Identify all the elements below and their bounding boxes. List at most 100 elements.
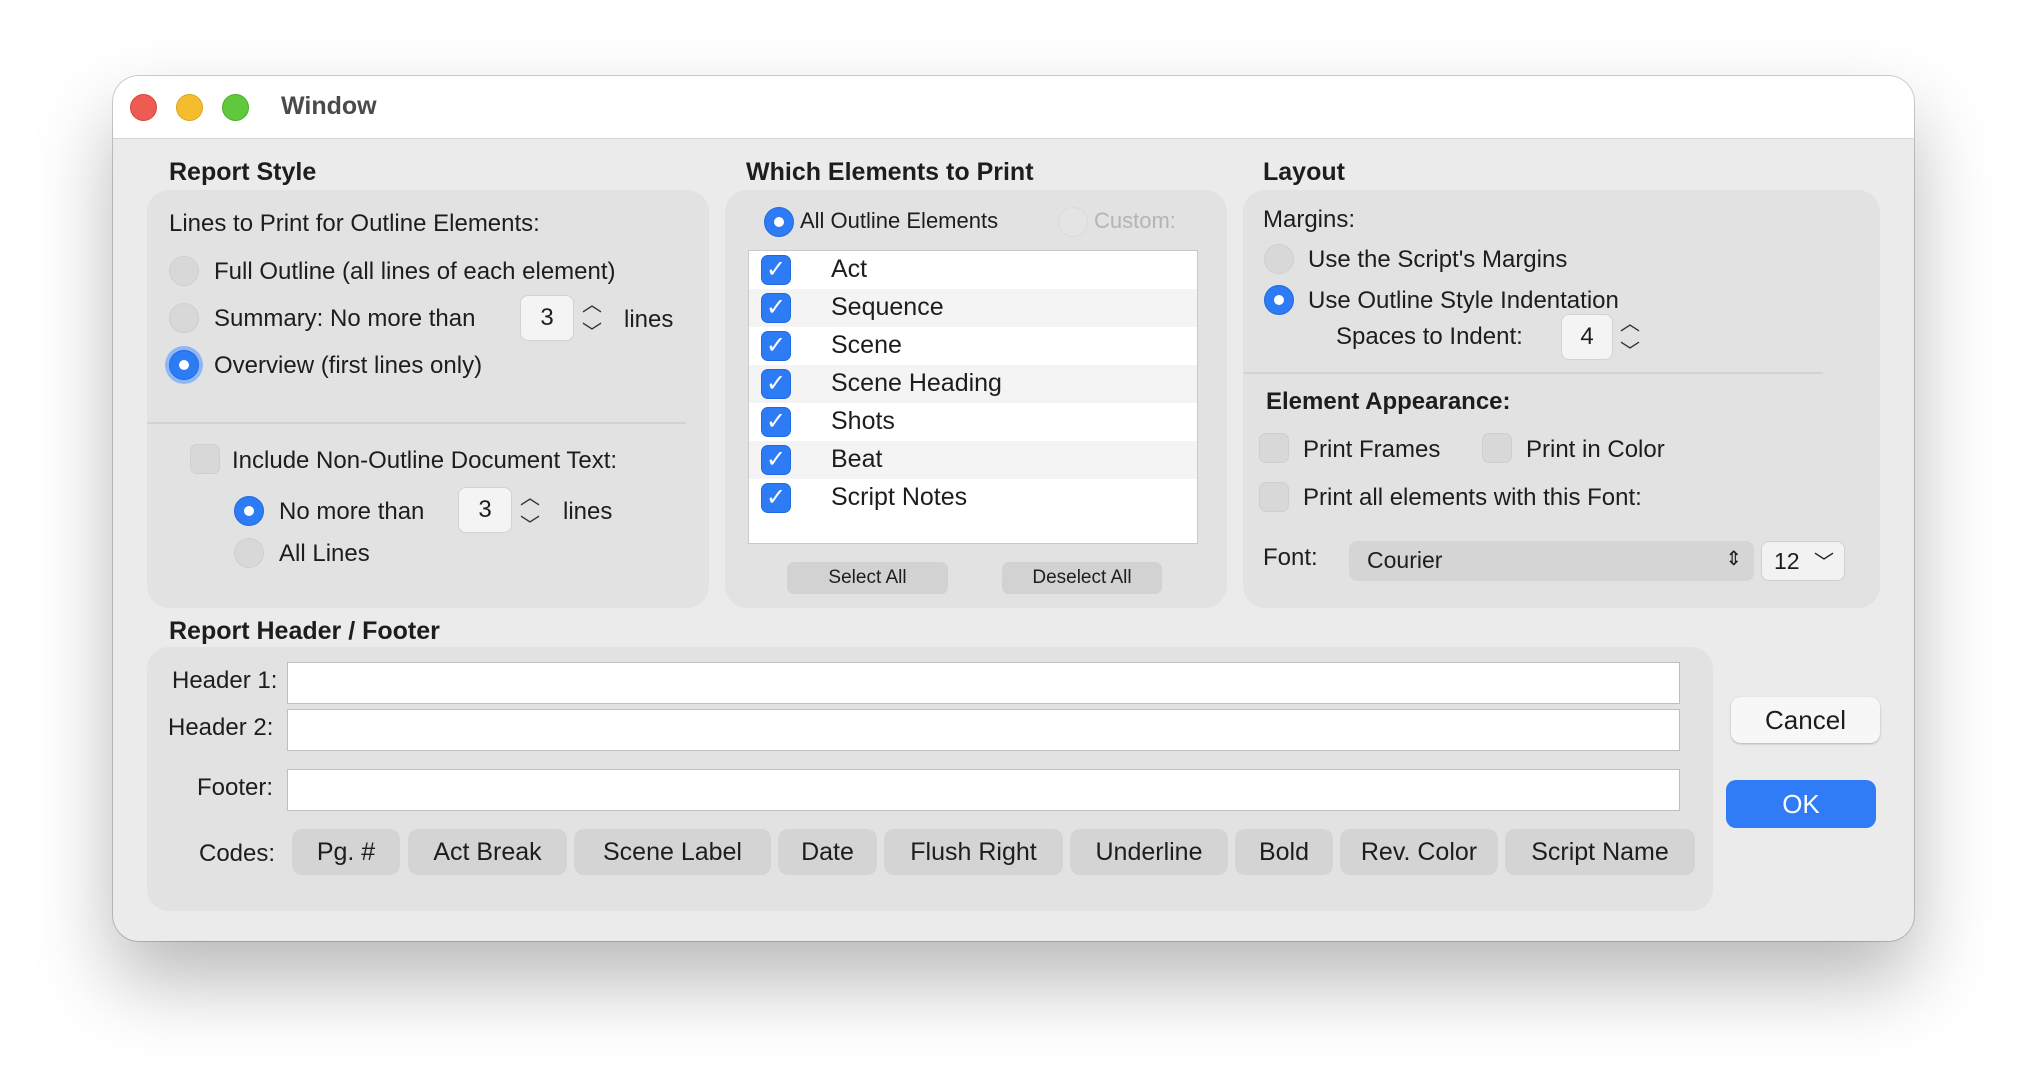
overview-label: Overview (first lines only) xyxy=(214,352,483,379)
chevron-up-icon[interactable]: ︿ xyxy=(1613,310,1647,338)
element-label: Sequence xyxy=(831,293,944,321)
layout-divider xyxy=(1243,372,1823,374)
ok-button[interactable]: OK xyxy=(1726,780,1876,828)
element-row-script-notes[interactable]: ✓ Script Notes xyxy=(749,479,1197,517)
code-flush-right-button[interactable]: Flush Right xyxy=(884,829,1063,875)
summary-lines-stepper[interactable]: ︿ ﹀ xyxy=(575,291,609,347)
header1-field[interactable] xyxy=(287,662,1680,704)
header-footer-heading: Report Header / Footer xyxy=(169,617,440,645)
elements-list: ✓ Act ✓ Sequence ✓ Scene ✓ Scene Heading… xyxy=(748,250,1198,544)
header2-field[interactable] xyxy=(287,709,1680,751)
code-act-break-button[interactable]: Act Break xyxy=(408,829,567,875)
font-size-value[interactable]: 12 xyxy=(1774,548,1800,575)
window-title: Window xyxy=(281,92,377,120)
element-row-shots[interactable]: ✓ Shots xyxy=(749,403,1197,441)
print-frames-checkbox[interactable] xyxy=(1259,433,1289,463)
element-row-beat[interactable]: ✓ Beat xyxy=(749,441,1197,479)
font-size-combo[interactable]: 12 ﹀ xyxy=(1761,541,1845,581)
chevron-up-icon[interactable]: ︿ xyxy=(575,291,609,319)
summary-lines-suffix: lines xyxy=(624,306,674,333)
use-outline-indent-label: Use Outline Style Indentation xyxy=(1308,287,1619,314)
sequence-checkbox[interactable]: ✓ xyxy=(761,293,791,323)
full-outline-radio[interactable] xyxy=(169,256,199,286)
codes-label: Codes: xyxy=(199,840,276,867)
code-scene-label-button[interactable]: Scene Label xyxy=(574,829,771,875)
element-label: Shots xyxy=(831,407,895,435)
element-label: Act xyxy=(831,255,868,283)
scene-heading-checkbox[interactable]: ✓ xyxy=(761,369,791,399)
chevron-down-icon[interactable]: ﹀ xyxy=(575,319,609,347)
print-all-font-checkbox[interactable] xyxy=(1259,482,1289,512)
font-popup[interactable]: Courier ⇕ xyxy=(1349,541,1754,581)
include-non-outline-checkbox[interactable] xyxy=(190,444,220,474)
print-in-color-label: Print in Color xyxy=(1526,436,1665,463)
custom-radio[interactable] xyxy=(1058,207,1088,237)
code-rev-color-button[interactable]: Rev. Color xyxy=(1340,829,1498,875)
deselect-all-button[interactable]: Deselect All xyxy=(1002,562,1162,594)
code-bold-button[interactable]: Bold xyxy=(1235,829,1333,875)
code-date-button[interactable]: Date xyxy=(778,829,877,875)
use-script-margins-radio[interactable] xyxy=(1264,244,1294,274)
chevron-down-icon[interactable]: ﹀ xyxy=(513,512,547,540)
no-more-than-radio[interactable] xyxy=(234,496,264,526)
spaces-to-indent-field[interactable]: 4 xyxy=(1561,314,1613,360)
header1-label: Header 1: xyxy=(172,667,278,694)
shots-checkbox[interactable]: ✓ xyxy=(761,407,791,437)
title-bar: Window xyxy=(113,76,1914,139)
print-all-font-label: Print all elements with this Font: xyxy=(1303,484,1642,511)
use-outline-indent-radio[interactable] xyxy=(1264,285,1294,315)
code-page-number-button[interactable]: Pg. # xyxy=(292,829,400,875)
overview-radio[interactable] xyxy=(169,350,199,380)
all-lines-radio[interactable] xyxy=(234,538,264,568)
cancel-button[interactable]: Cancel xyxy=(1731,697,1880,743)
minimize-window-icon[interactable] xyxy=(176,94,203,121)
all-outline-elements-label: All Outline Elements xyxy=(800,208,999,233)
footer-field[interactable] xyxy=(287,769,1680,811)
include-non-outline-label: Include Non-Outline Document Text: xyxy=(232,447,618,474)
no-more-than-suffix: lines xyxy=(563,498,613,525)
font-label: Font: xyxy=(1263,544,1318,571)
element-appearance-label: Element Appearance: xyxy=(1266,388,1511,415)
zoom-window-icon[interactable] xyxy=(222,94,249,121)
margins-label: Margins: xyxy=(1263,206,1356,233)
element-label: Beat xyxy=(831,445,883,473)
report-style-divider xyxy=(147,422,686,424)
beat-checkbox[interactable]: ✓ xyxy=(761,445,791,475)
custom-label: Custom: xyxy=(1094,208,1176,233)
element-row-sequence[interactable]: ✓ Sequence xyxy=(749,289,1197,327)
chevron-up-icon[interactable]: ︿ xyxy=(513,484,547,512)
use-script-margins-label: Use the Script's Margins xyxy=(1308,246,1568,273)
chevron-down-icon[interactable]: ﹀ xyxy=(1613,338,1647,366)
summary-lines-field[interactable]: 3 xyxy=(520,295,574,341)
select-all-button[interactable]: Select All xyxy=(787,562,948,594)
report-style-heading: Report Style xyxy=(169,158,317,186)
up-down-arrows-icon: ⇕ xyxy=(1725,548,1742,570)
act-checkbox[interactable]: ✓ xyxy=(761,255,791,285)
element-row-scene-heading[interactable]: ✓ Scene Heading xyxy=(749,365,1197,403)
spaces-to-indent-label: Spaces to Indent: xyxy=(1336,323,1523,350)
code-script-name-button[interactable]: Script Name xyxy=(1505,829,1695,875)
footer-label: Footer: xyxy=(197,774,274,801)
scene-checkbox[interactable]: ✓ xyxy=(761,331,791,361)
which-elements-heading: Which Elements to Print xyxy=(746,158,1034,186)
chevron-down-icon[interactable]: ﹀ xyxy=(1814,546,1834,575)
code-underline-button[interactable]: Underline xyxy=(1070,829,1228,875)
no-more-than-stepper[interactable]: ︿ ﹀ xyxy=(513,484,547,540)
header2-label: Header 2: xyxy=(168,714,274,741)
layout-heading: Layout xyxy=(1263,158,1345,186)
element-row-act[interactable]: ✓ Act xyxy=(749,251,1197,289)
close-window-icon[interactable] xyxy=(130,94,157,121)
script-notes-checkbox[interactable]: ✓ xyxy=(761,483,791,513)
full-outline-label: Full Outline (all lines of each element) xyxy=(214,258,616,285)
no-more-than-lines-field[interactable]: 3 xyxy=(458,487,512,533)
all-outline-elements-radio[interactable] xyxy=(764,207,794,237)
element-row-scene[interactable]: ✓ Scene xyxy=(749,327,1197,365)
spaces-to-indent-stepper[interactable]: ︿ ﹀ xyxy=(1613,310,1647,366)
print-in-color-checkbox[interactable] xyxy=(1482,433,1512,463)
element-label: Scene xyxy=(831,331,902,359)
font-popup-value: Courier xyxy=(1367,547,1443,573)
no-more-than-label: No more than xyxy=(279,498,425,525)
element-label: Scene Heading xyxy=(831,369,1002,397)
summary-radio[interactable] xyxy=(169,303,199,333)
summary-label: Summary: No more than xyxy=(214,305,476,332)
